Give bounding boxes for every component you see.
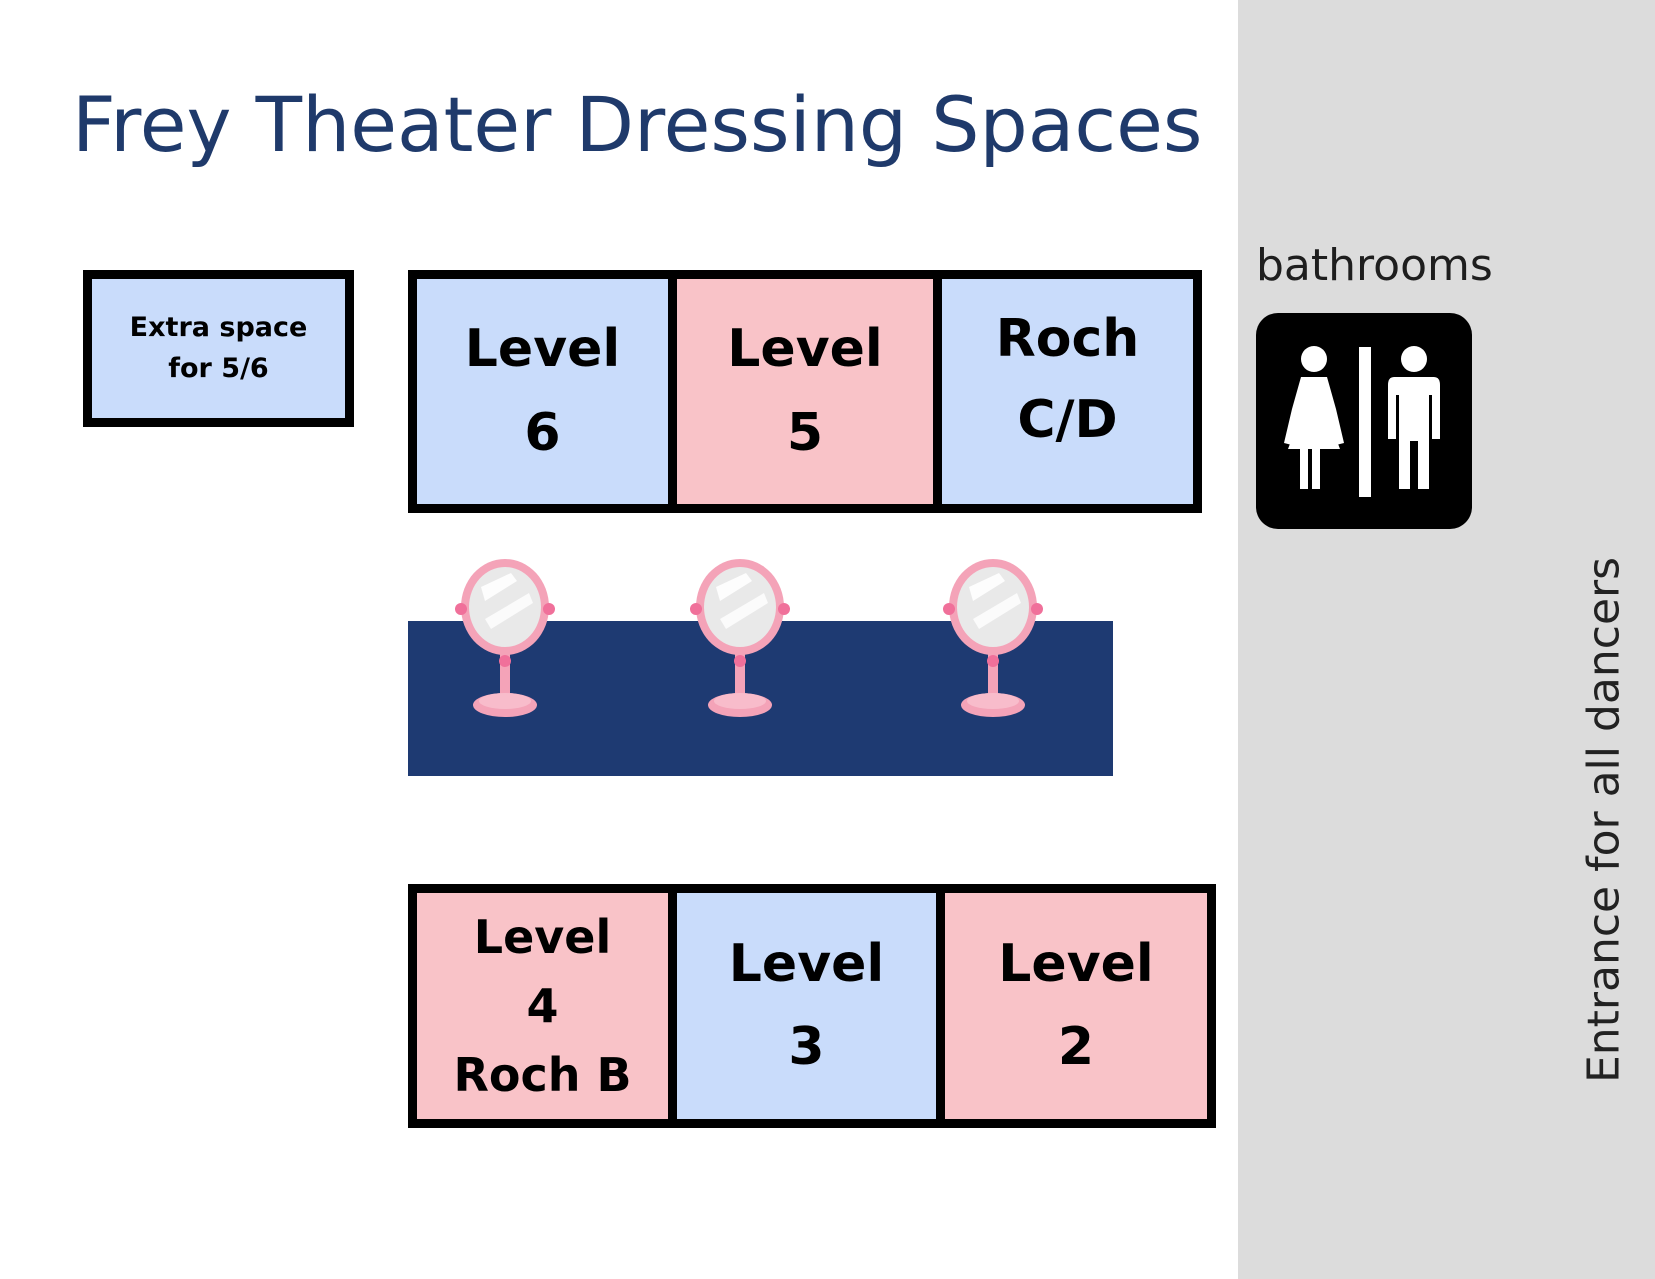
vanity-mirror-icon xyxy=(690,559,790,717)
room-label: Level xyxy=(473,909,612,964)
page-title: Frey Theater Dressing Spaces xyxy=(72,80,1203,169)
vanity-mirror-icon xyxy=(943,559,1043,717)
room-level-2: Level 2 xyxy=(936,884,1216,1128)
room-level-5: Level 5 xyxy=(668,270,942,513)
room-level-4-roch-b: Level 4 Roch B xyxy=(408,884,677,1128)
bathrooms-label: bathrooms xyxy=(1256,240,1493,291)
room-label: Roch xyxy=(995,309,1140,369)
extra-space-line2: for 5/6 xyxy=(168,352,269,384)
extra-space-box: Extra space for 5/6 xyxy=(83,270,354,427)
room-number: 6 xyxy=(524,402,561,463)
room-level-6: Level 6 xyxy=(408,270,677,513)
room-number: 2 xyxy=(1057,1017,1095,1077)
entrance-label: Entrance for all dancers xyxy=(1578,556,1630,1084)
room-number: C/D xyxy=(1017,389,1118,450)
room-number: 4 xyxy=(526,978,559,1033)
room-sublabel: Roch B xyxy=(453,1047,632,1102)
restroom-icon xyxy=(1256,313,1472,529)
room-number: 3 xyxy=(788,1017,825,1077)
room-label: Level xyxy=(998,933,1154,994)
vanity-mirror-icon xyxy=(455,559,555,717)
extra-space-line1: Extra space xyxy=(129,312,308,343)
room-label: Level xyxy=(727,319,883,380)
room-roch-cd: Roch C/D xyxy=(933,270,1202,513)
room-label: Level xyxy=(464,319,621,380)
room-label: Level xyxy=(728,933,885,994)
room-number: 5 xyxy=(786,402,824,463)
room-level-3: Level 3 xyxy=(668,884,945,1128)
